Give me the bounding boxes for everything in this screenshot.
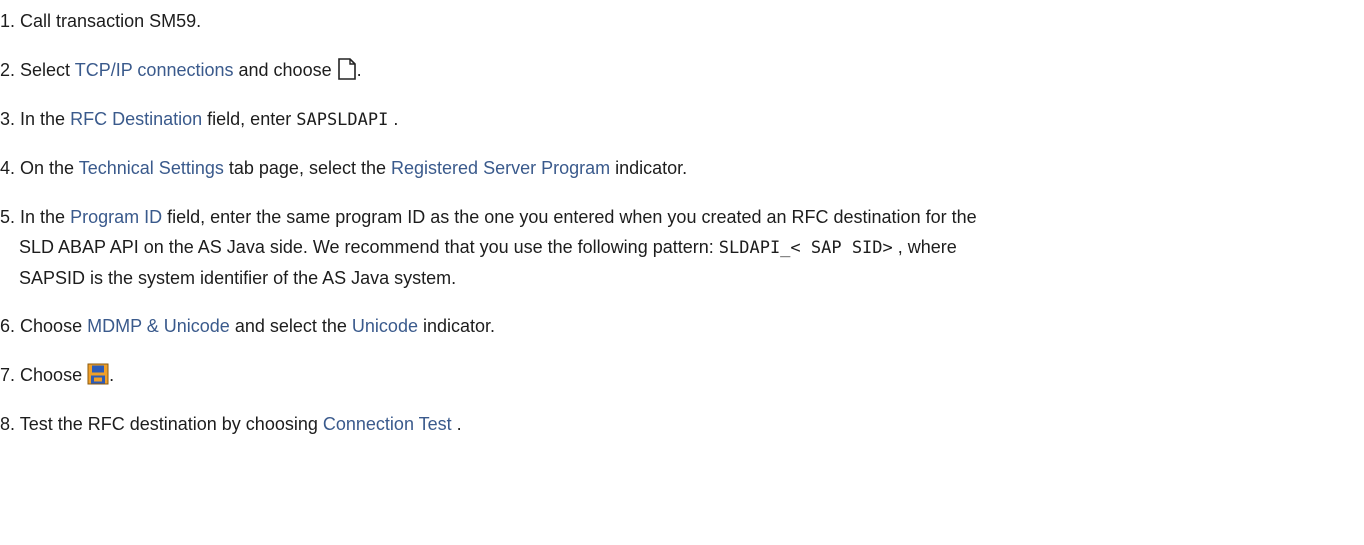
- step-number: 4.: [0, 158, 16, 178]
- step-number: 7.: [0, 365, 16, 385]
- ui-term-technical-settings: Technical Settings: [78, 158, 224, 178]
- step-6: 6. Choose MDMP & Unicode and select the …: [0, 316, 496, 336]
- step-8: 8. Test the RFC destination by choosing …: [0, 414, 462, 434]
- step-5-line-3: SAPSID is the system identifier of the A…: [19, 268, 457, 288]
- step-number: 3.: [0, 109, 16, 129]
- ui-term-rfc-destination: RFC Destination: [70, 109, 203, 129]
- ui-term-mdmp-unicode: MDMP & Unicode: [87, 316, 230, 336]
- ui-term-connection-test: Connection Test: [322, 414, 452, 434]
- step-7: 7. Choose .: [0, 360, 1340, 394]
- step-5-line-2: SLD ABAP API on the AS Java side. We rec…: [19, 237, 957, 258]
- step-number: 5.: [0, 207, 16, 227]
- step-number: 1.: [0, 11, 16, 31]
- save-icon: [87, 363, 109, 394]
- ui-term-program-id: Program ID: [70, 207, 163, 227]
- ui-term-unicode: Unicode: [351, 316, 418, 336]
- code-value: SAPSLDAPI: [296, 110, 389, 130]
- step-text: Call transaction SM59.: [20, 11, 202, 31]
- step-2: 2. Select TCP/IP connections and choose …: [0, 55, 1340, 89]
- new-document-icon: [337, 58, 357, 89]
- step-4: 4. On the Technical Settings tab page, s…: [0, 158, 688, 178]
- step-3: 3. In the RFC Destination field, enter S…: [0, 109, 399, 130]
- ui-term-tcpip-connections: TCP/IP connections: [74, 60, 234, 80]
- step-5: 5. In the Program ID field, enter the sa…: [0, 202, 1340, 293]
- ui-term-registered-server-program: Registered Server Program: [391, 158, 611, 178]
- step-1: 1. Call transaction SM59.: [0, 6, 1340, 36]
- code-value: SLDAPI_< SAP SID>: [718, 238, 893, 258]
- step-number: 6.: [0, 316, 16, 336]
- step-number: 8.: [0, 414, 16, 434]
- instruction-steps: 1. Call transaction SM59. 2. Select TCP/…: [0, 0, 1364, 545]
- step-number: 2.: [0, 60, 16, 80]
